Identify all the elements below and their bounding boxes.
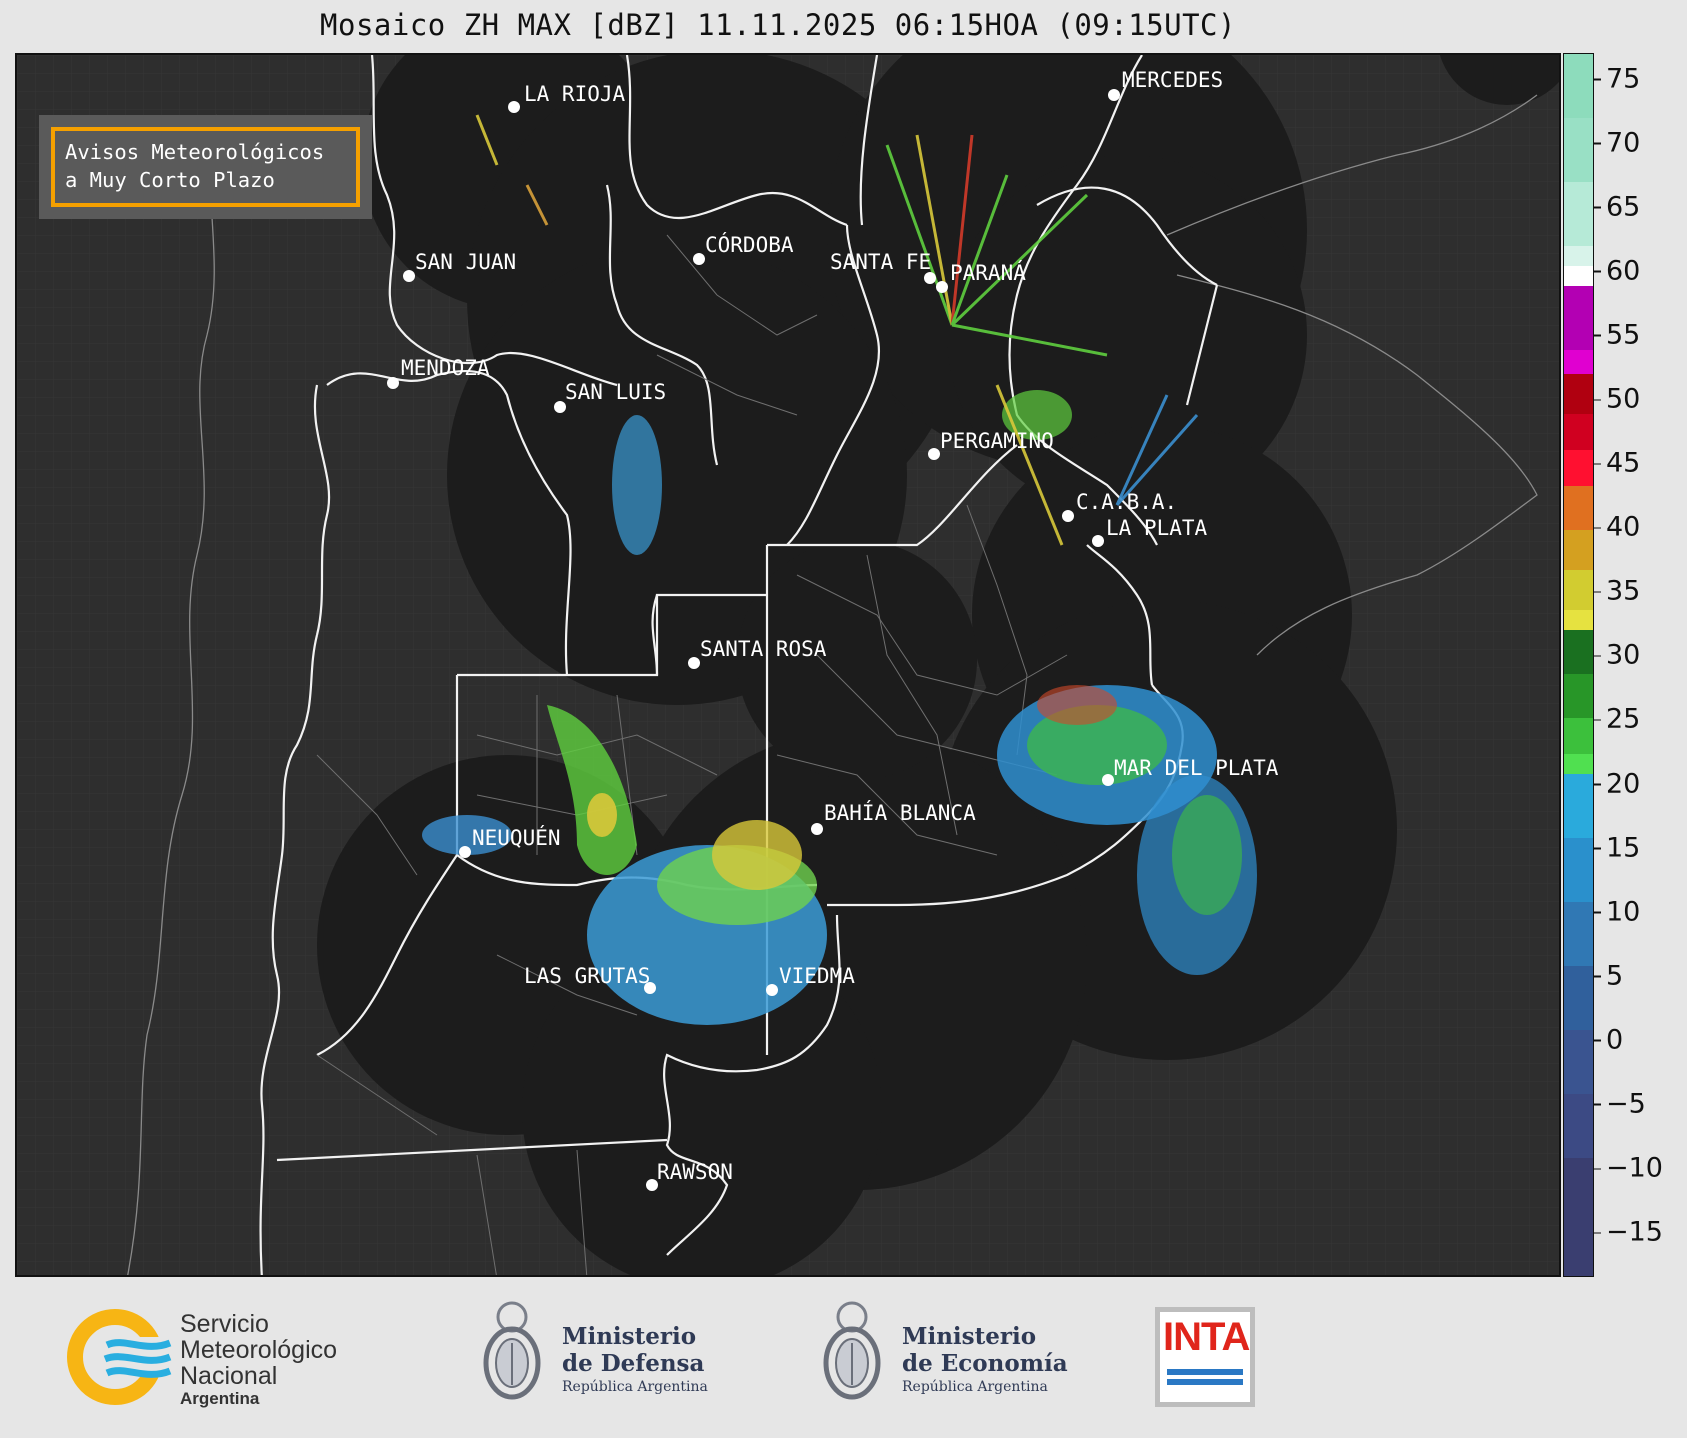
ministerio-defensa-logo: Ministerio de Defensa República Argentin…	[480, 1295, 720, 1415]
colorbar-tick-label: 45	[1592, 448, 1640, 479]
colorbar-tick-label: 15	[1592, 832, 1640, 863]
smn-logo: Servicio Meteorológico Nacional Argentin…	[65, 1307, 385, 1408]
radar-map-canvas: LA RIOJA MERCEDES SAN JUAN CÓRDOBA SANTA…	[17, 55, 1559, 1275]
economia-logo-line-2: de Economía	[902, 1350, 1068, 1377]
city-label-san-luis: SAN LUIS	[565, 380, 666, 404]
city-label-pergamino: PERGAMINO	[940, 429, 1054, 453]
city-label-la-rioja: LA RIOJA	[524, 82, 626, 106]
economia-logo-line-1: Ministerio	[902, 1323, 1037, 1350]
city-label-rawson: RAWSON	[657, 1160, 733, 1184]
smn-logo-line-3: Nacional	[180, 1362, 278, 1390]
short-term-warnings-box[interactable]: Avisos Meteorológicos a Muy Corto Plazo	[39, 115, 372, 219]
colorbar-tick-label: 50	[1592, 384, 1640, 415]
city-label-viedma: VIEDMA	[779, 964, 855, 988]
economia-logo-sub: República Argentina	[902, 1379, 1048, 1395]
smn-logo-sub: Argentina	[180, 1389, 260, 1408]
colorbar-tick-label: −10	[1593, 1153, 1663, 1184]
smn-logo-line-1: Servicio	[180, 1310, 269, 1338]
colorbar-tick-label: 30	[1592, 640, 1640, 671]
short-term-warnings-label: Avisos Meteorológicos a Muy Corto Plazo	[51, 127, 360, 207]
colorbar-tick-label: 0	[1592, 1024, 1623, 1055]
city-label-la-plata: LA PLATA	[1106, 516, 1208, 540]
footer-logos: Servicio Meteorológico Nacional Argentin…	[0, 1277, 1687, 1438]
dbz-colorbar	[1563, 53, 1594, 1277]
dbz-colorbar-ticks: 75 70 65 60 55 50 45 40 35 30 25 20 15 10 5 0 −5 −10 −15	[1592, 53, 1684, 1277]
colorbar-tick-label: 20	[1592, 768, 1640, 799]
city-label-santa-rosa: SANTA ROSA	[700, 637, 827, 661]
colorbar-tick-label: 75	[1592, 63, 1640, 94]
city-label-santa-fe: SANTA FE	[830, 250, 931, 274]
colorbar-tick-label: 5	[1592, 960, 1623, 991]
city-label-san-juan: SAN JUAN	[415, 250, 516, 274]
colorbar-tick-label: 60	[1592, 255, 1640, 286]
city-label-las-grutas: LAS GRUTAS	[524, 964, 650, 988]
smn-emblem-icon	[67, 1309, 175, 1405]
colorbar-tick-label: 65	[1592, 191, 1640, 222]
city-label-neuquen: NEUQUÉN	[472, 825, 561, 850]
colorbar-tick-label: 40	[1592, 512, 1640, 543]
inta-logo: INTA	[1155, 1307, 1255, 1407]
inta-logo-text: INTA	[1163, 1315, 1250, 1359]
city-label-mercedes: MERCEDES	[1122, 68, 1223, 92]
colorbar-tick-label: 35	[1592, 576, 1640, 607]
colorbar-tick-label: 25	[1592, 704, 1640, 735]
city-label-mar-del-plata: MAR DEL PLATA	[1114, 756, 1279, 780]
colorbar-tick-label: 55	[1592, 319, 1640, 350]
dbz-colorbar-gradient	[1564, 54, 1593, 1276]
defensa-logo-line-1: Ministerio	[562, 1323, 697, 1350]
colorbar-tick-label: −5	[1593, 1088, 1646, 1119]
colorbar-tick-label: 10	[1592, 896, 1640, 927]
national-shield-icon	[823, 1301, 881, 1400]
smn-logo-line-2: Meteorológico	[180, 1336, 338, 1364]
radar-map[interactable]: LA RIOJA MERCEDES SAN JUAN CÓRDOBA SANTA…	[15, 53, 1561, 1277]
city-label-cordoba: CÓRDOBA	[705, 232, 794, 257]
defensa-logo-sub: República Argentina	[562, 1379, 708, 1395]
defensa-logo-line-2: de Defensa	[562, 1350, 705, 1377]
colorbar-tick-label: −15	[1593, 1217, 1663, 1248]
ministerio-economia-logo: Ministerio de Economía República Argenti…	[820, 1295, 1080, 1415]
national-shield-icon	[483, 1301, 541, 1400]
map-title: Mosaico ZH MAX [dBZ] 11.11.2025 06:15HOA…	[320, 8, 1236, 42]
colorbar-tick-label: 70	[1592, 127, 1640, 158]
city-label-mendoza: MENDOZA	[401, 356, 490, 380]
city-label-caba: C.A.B.A.	[1076, 490, 1177, 514]
city-label-parana: PARANÁ	[950, 260, 1026, 285]
city-label-bahia-blanca: BAHÍA BLANCA	[824, 800, 976, 825]
